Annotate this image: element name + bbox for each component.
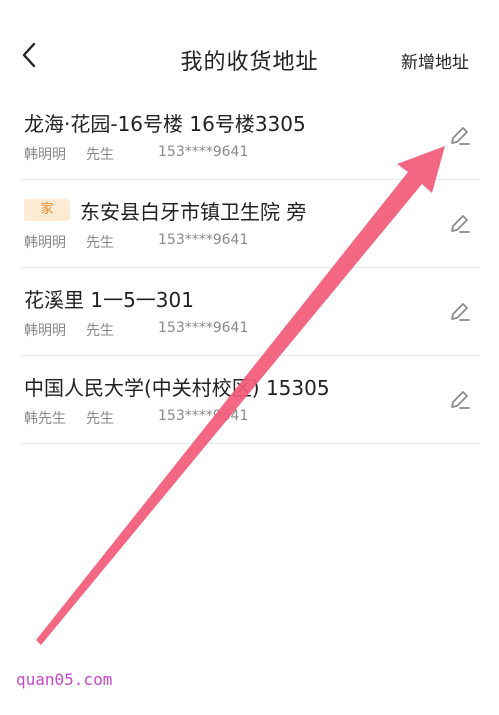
contact-name: 韩先生 [24,411,66,427]
contact-meta: 韩明明 先生 153****9641 [24,232,248,252]
contact-title: 先生 [86,235,114,251]
contact-phone: 153****9641 [158,408,249,424]
contact-name: 韩明明 [24,323,66,339]
contact-title: 先生 [86,411,114,427]
address-item[interactable]: 家 东安县白牙市镇卫生院 旁 韩明明 先生 153****9641 [22,180,480,268]
address-line: 家 东安县白牙市镇卫生院 旁 [24,196,306,224]
contact-meta: 韩先生 先生 153****9641 [24,408,248,428]
address-text: 东安县白牙市镇卫生院 旁 [80,199,307,224]
pencil-icon[interactable] [448,300,472,324]
contact-meta: 韩明明 先生 153****9641 [24,144,248,164]
contact-name: 韩明明 [24,235,66,251]
contact-title: 先生 [86,147,114,163]
address-line: 花溪里 1一5一301 [24,284,194,312]
address-line: 中国人民大学(中关村校区) 15305 [24,372,330,400]
address-text: 龙海·花园-16号楼 16号楼3305 [24,111,306,136]
contact-title: 先生 [86,323,114,339]
address-item[interactable]: 花溪里 1一5一301 韩明明 先生 153****9641 [22,268,480,356]
pencil-icon[interactable] [448,388,472,412]
address-item[interactable]: 龙海·花园-16号楼 16号楼3305 韩明明 先生 153****9641 [22,92,480,180]
address-tag-home: 家 [24,199,70,221]
pencil-icon[interactable] [448,212,472,236]
contact-phone: 153****9641 [158,232,249,248]
add-address-button[interactable]: 新增地址 [401,48,469,73]
contact-name: 韩明明 [24,147,66,163]
contact-meta: 韩明明 先生 153****9641 [24,320,248,340]
address-list: 龙海·花园-16号楼 16号楼3305 韩明明 先生 153****9641 家… [22,92,480,444]
pencil-icon[interactable] [448,124,472,148]
address-text: 花溪里 1一5一301 [24,287,194,312]
address-line: 龙海·花园-16号楼 16号楼3305 [24,108,306,136]
address-item[interactable]: 中国人民大学(中关村校区) 15305 韩先生 先生 153****9641 [22,356,480,444]
watermark: quan05.com [16,670,113,689]
address-text: 中国人民大学(中关村校区) 15305 [24,375,330,400]
contact-phone: 153****9641 [158,320,249,336]
contact-phone: 153****9641 [158,144,249,160]
